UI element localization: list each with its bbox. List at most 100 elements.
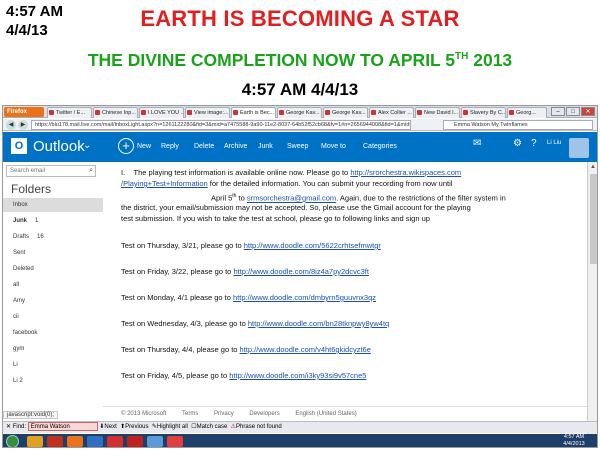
scroll-up-icon[interactable]: ▲ <box>590 164 596 170</box>
doodle-link[interactable]: http://www.doodle.com/i3ky93si9v57cne5 <box>229 371 366 380</box>
folder-item[interactable]: Amy <box>13 298 25 304</box>
folder-label: Inbox <box>13 202 28 208</box>
doodle-link[interactable]: http://www.doodle.com/bn28tknpwy8yw4tq <box>248 319 389 328</box>
cmd-junk[interactable]: Junk <box>258 143 273 150</box>
user-name[interactable]: Li Liu <box>547 140 561 146</box>
taskbar-app2-icon[interactable] <box>167 436 183 447</box>
clock-time: 4:57 AM <box>563 434 585 440</box>
doodle-link[interactable]: http://www.doodle.com/v4ht6gkidcyzt6e <box>240 345 371 354</box>
test-line: Test on Monday, 4/1 please go to http://… <box>121 292 376 303</box>
doodle-link[interactable]: http://www.doodle.com/8iz4a7py2dcvc3ft <box>233 267 369 276</box>
taskbar-ie-icon[interactable] <box>27 436 43 447</box>
folder-item[interactable]: all <box>13 282 19 288</box>
url-field[interactable]: https://blu178.mail.live.com/mail/InboxL… <box>31 120 411 130</box>
help-icon[interactable]: ? <box>531 138 537 149</box>
folder-label: Sent <box>13 250 26 256</box>
forward-icon[interactable]: ▶ <box>18 120 28 130</box>
find-next-button[interactable]: Next <box>104 424 116 430</box>
maximize-button[interactable]: □ <box>566 107 580 116</box>
scroll-thumb[interactable] <box>590 174 597 264</box>
cmd-move-to[interactable]: Move to <box>321 143 346 150</box>
back-icon[interactable]: ◀ <box>6 120 16 130</box>
folder-item[interactable]: Sent <box>13 250 25 256</box>
taskbar-explorer-icon[interactable] <box>87 436 103 447</box>
outlook-title[interactable]: Outlook <box>33 138 85 156</box>
message-line-2: /Playing+Test+Information for the detail… <box>121 178 452 189</box>
new-plus-icon[interactable]: + <box>118 138 134 154</box>
doodle-link[interactable]: http://www.doodle.com/5622crhtsefmwtgr <box>244 241 381 250</box>
folder-item[interactable]: Li <box>13 362 18 368</box>
start-button-icon[interactable] <box>6 435 19 447</box>
browser-tab[interactable]: Georg... <box>507 107 547 118</box>
cmd-delete[interactable]: Delete <box>194 143 214 150</box>
footer-privacy[interactable]: Privacy <box>214 411 234 417</box>
footer-developers[interactable]: Developers <box>249 411 279 417</box>
playing-test-link[interactable]: /Playing+Test+Information <box>121 179 208 188</box>
cmd-archive[interactable]: Archive <box>224 143 247 150</box>
chevron-down-icon[interactable]: ⌄ <box>83 140 91 151</box>
browser-tab[interactable]: Earth is Bec... <box>231 107 276 118</box>
folder-item[interactable]: Deleted <box>13 266 34 272</box>
browser-tab[interactable]: Chinese Inp... <box>93 107 138 118</box>
browser-tab[interactable]: I LOVE YOU ... <box>139 107 184 118</box>
outlook-header: O Outlook ⌄ + New Reply Delete Archive J… <box>3 132 597 162</box>
find-label: Find: <box>12 424 27 431</box>
folder-label: Deleted <box>13 266 34 272</box>
tab-favicon-icon <box>417 110 422 115</box>
avatar[interactable] <box>569 138 589 158</box>
tab-label: George Kav... <box>286 110 320 116</box>
folder-item[interactable]: Li 2 <box>13 378 23 384</box>
folder-item[interactable]: Inbox <box>3 198 103 212</box>
search-icon[interactable]: ⌕ <box>89 166 93 176</box>
tab-favicon-icon <box>187 110 192 115</box>
messenger-icon[interactable]: ✉ <box>473 138 481 149</box>
cmd-sweep[interactable]: Sweep <box>287 143 308 150</box>
folder-item[interactable]: Drafts 16 <box>13 234 44 240</box>
folder-item[interactable]: gym <box>13 346 24 352</box>
browser-tab[interactable]: Slavery By C... <box>461 107 506 118</box>
close-window-button[interactable]: ✕ <box>581 107 595 116</box>
cmd-reply[interactable]: Reply <box>161 143 179 150</box>
footer-copyright: © 2013 Microsoft <box>121 411 167 417</box>
match-case-label[interactable]: Match case <box>197 424 228 430</box>
doodle-link[interactable]: http://www.doodle.com/dmbyrn5guuvnx3qz <box>233 293 376 302</box>
folder-label: gym <box>13 346 25 352</box>
find-input[interactable]: Emma Watson <box>27 422 98 431</box>
taskbar-powerpoint-icon[interactable] <box>107 436 123 447</box>
taskbar-firefox-icon[interactable] <box>67 436 83 447</box>
scrollbar[interactable]: ▲ ▼ <box>587 162 597 434</box>
browser-search-field[interactable]: Emma Watson My Twinflames <box>443 120 593 130</box>
gear-icon[interactable]: ⚙ <box>513 138 522 149</box>
folder-label: Li 2 <box>13 378 23 384</box>
footer-terms[interactable]: Terms <box>182 411 198 417</box>
search-email-input[interactable]: Search email ⌕ <box>6 165 96 177</box>
cmd-categories[interactable]: Categories <box>363 143 397 150</box>
tab-favicon-icon <box>371 110 376 115</box>
find-previous-button[interactable]: Previous <box>125 424 148 430</box>
folder-item[interactable]: cii <box>13 314 19 320</box>
cmd-new[interactable]: New <box>137 143 151 150</box>
browser-tab[interactable]: New David I... <box>415 107 460 118</box>
find-close-icon[interactable]: ✕ <box>6 424 11 430</box>
tab-label: Earth is Bec... <box>240 110 275 116</box>
folder-count: 16 <box>37 234 44 240</box>
taskbar-app-icon[interactable] <box>147 436 163 447</box>
folder-item[interactable]: Junk 1 <box>13 218 38 224</box>
minimize-button[interactable]: – <box>551 107 565 116</box>
browser-tab[interactable]: George Kav... <box>277 107 322 118</box>
wikispaces-link[interactable]: http://srorchestra.wikispaces.com <box>350 168 461 177</box>
taskbar-clock[interactable]: 4:57 AM 4/4/2013 <box>551 434 597 447</box>
browser-tab[interactable]: George Kav... <box>323 107 368 118</box>
footer-language[interactable]: English (United States) <box>295 411 356 417</box>
firefox-menu-button[interactable]: Firefox <box>4 107 44 117</box>
taskbar-media-icon[interactable] <box>47 436 63 447</box>
taskbar-acrobat-icon[interactable] <box>127 436 143 447</box>
test-line-text: Test on Thursday, 4/4, please go to <box>121 345 240 354</box>
slide-time-center: 4:57 AM 4/4/13 <box>241 80 359 99</box>
browser-tab[interactable]: Twitter / E... <box>47 107 92 118</box>
folder-item[interactable]: facebook <box>13 330 37 336</box>
browser-tab[interactable]: Alex Collier ... <box>369 107 414 118</box>
tab-label: View image:... <box>194 110 229 116</box>
browser-tab[interactable]: View image:... <box>185 107 230 118</box>
highlight-all-button[interactable]: Highlight all <box>157 424 188 430</box>
